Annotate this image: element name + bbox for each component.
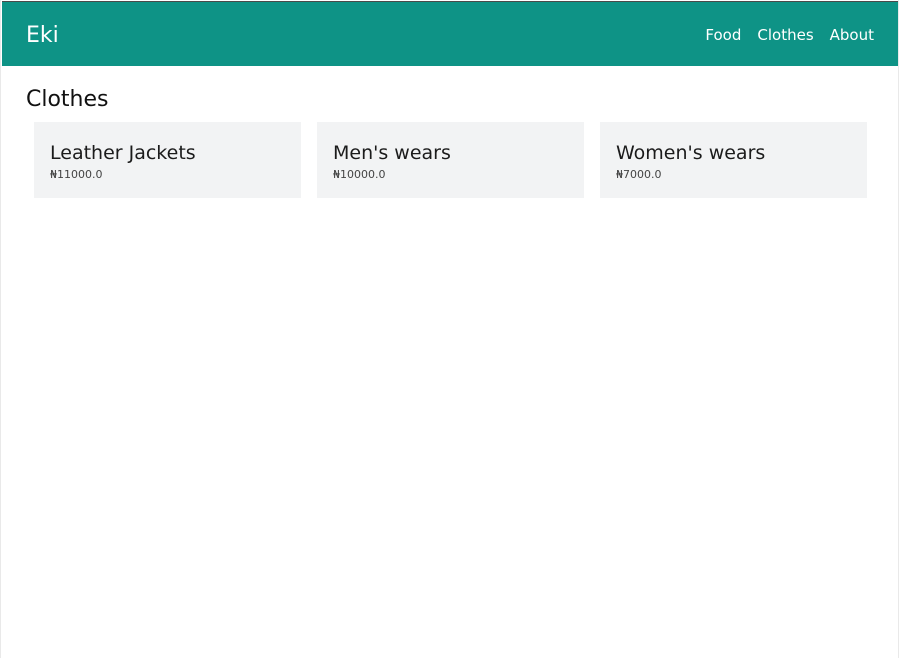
nav-link-about[interactable]: About xyxy=(830,24,874,46)
product-name: Leather Jackets xyxy=(50,142,196,164)
nav-links: Food Clothes About xyxy=(705,24,874,46)
product-name: Men's wears xyxy=(333,142,451,164)
page-title: Clothes xyxy=(26,87,109,112)
page: Eki Food Clothes About Clothes Leather J… xyxy=(0,0,899,658)
nav-link-clothes[interactable]: Clothes xyxy=(757,24,813,46)
product-card[interactable]: Men's wears ₦10000.0 xyxy=(317,122,584,198)
brand-logo-link[interactable]: Eki xyxy=(26,21,59,51)
product-price: ₦10000.0 xyxy=(333,168,386,181)
product-card[interactable]: Women's wears ₦7000.0 xyxy=(600,122,867,198)
product-name: Women's wears xyxy=(616,142,766,164)
nav-link-food[interactable]: Food xyxy=(705,24,741,46)
product-price: ₦7000.0 xyxy=(616,168,662,181)
product-card[interactable]: Leather Jackets ₦11000.0 xyxy=(34,122,301,198)
top-navbar: Eki Food Clothes About xyxy=(2,1,898,66)
product-price: ₦11000.0 xyxy=(50,168,103,181)
product-card-list: Leather Jackets ₦11000.0 Men's wears ₦10… xyxy=(34,122,867,198)
